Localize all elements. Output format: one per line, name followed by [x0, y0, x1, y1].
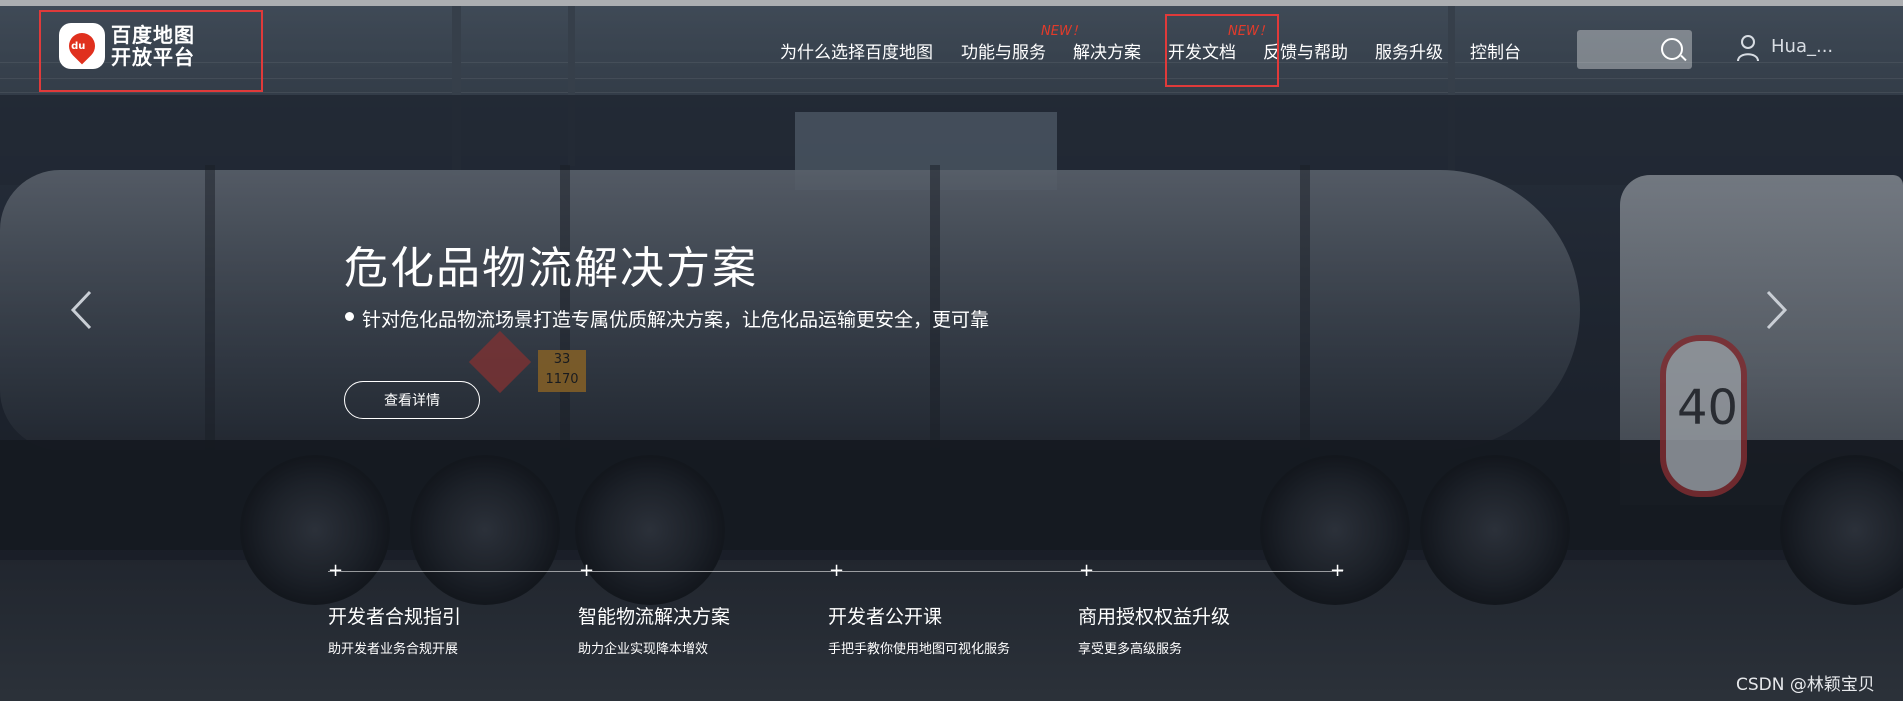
card-license-subtitle: 享受更多高级服务	[1078, 642, 1183, 657]
card-course-title[interactable]: 开发者公开课	[828, 602, 942, 629]
top-nav: 为什么选择百度地图 功能与服务 NEW！ 解决方案 开发文档 NEW！ 反馈与帮…	[780, 24, 1548, 63]
plus-icon: +	[1330, 560, 1346, 581]
new-badge: NEW！	[1041, 24, 1085, 39]
plus-icon: +	[579, 560, 595, 581]
dev-docs-highlight-box	[1165, 14, 1279, 87]
nav-features-services[interactable]: 功能与服务 NEW！	[961, 24, 1085, 63]
card-logistics-title[interactable]: 智能物流解决方案	[578, 602, 730, 629]
hero-banner: 33 1170 40	[0, 0, 1903, 701]
chevron-left-icon[interactable]	[70, 290, 92, 330]
search-icon[interactable]	[1661, 38, 1683, 60]
user-name[interactable]: Hua_...	[1771, 36, 1833, 57]
nav-features-label: 功能与服务	[961, 43, 1046, 63]
card-compliance-title[interactable]: 开发者合规指引	[328, 602, 461, 629]
watermark: CSDN @林颖宝贝	[1736, 675, 1875, 695]
bullet-dot	[345, 312, 354, 321]
plus-icon: +	[328, 560, 344, 581]
view-details-button[interactable]: 查看详情	[344, 381, 480, 419]
slide-subtitle: 针对危化品物流场景打造专属优质解决方案，让危化品运输更安全，更可靠	[362, 309, 990, 331]
dark-overlay	[0, 0, 1903, 701]
nav-service-upgrade[interactable]: 服务升级	[1375, 38, 1443, 63]
plus-icon: +	[829, 560, 845, 581]
chevron-right-icon[interactable]	[1766, 290, 1788, 330]
nav-solutions[interactable]: 解决方案	[1073, 38, 1141, 63]
user-icon[interactable]	[1736, 34, 1760, 66]
card-compliance-subtitle: 助开发者业务合规开展	[328, 642, 459, 657]
nav-why-baidu-map[interactable]: 为什么选择百度地图	[780, 38, 933, 63]
card-logistics-subtitle: 助力企业实现降本增效	[578, 642, 709, 657]
slide-title: 危化品物流解决方案	[344, 243, 758, 294]
card-license-title[interactable]: 商用授权权益升级	[1078, 602, 1230, 629]
logo-highlight-box	[39, 10, 263, 92]
nav-console[interactable]: 控制台	[1470, 38, 1521, 63]
plus-icon: +	[1079, 560, 1095, 581]
card-course-subtitle: 手把手教你使用地图可视化服务	[828, 642, 1011, 657]
